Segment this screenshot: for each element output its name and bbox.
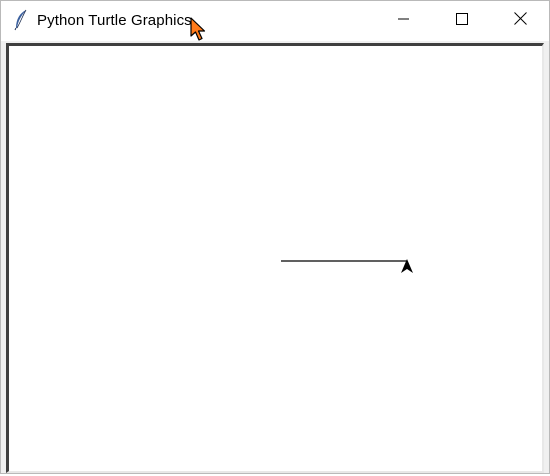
right-edge	[546, 43, 549, 473]
minimize-button[interactable]	[375, 1, 433, 41]
maximize-button[interactable]	[433, 1, 491, 41]
minimize-icon	[398, 12, 410, 30]
turtle-canvas[interactable]	[9, 46, 542, 471]
maximize-icon	[456, 12, 468, 30]
turtle-canvas-frame	[6, 43, 544, 473]
title-bar[interactable]: Python Turtle Graphics	[1, 1, 549, 41]
close-button[interactable]	[491, 1, 549, 41]
window-title: Python Turtle Graphics	[37, 12, 192, 29]
canvas-drawing	[281, 259, 413, 273]
mouse-pointer-icon	[190, 17, 208, 43]
close-icon	[513, 12, 527, 30]
turtle-window: Python Turtle Graphics	[0, 0, 550, 474]
feather-icon	[13, 9, 29, 31]
